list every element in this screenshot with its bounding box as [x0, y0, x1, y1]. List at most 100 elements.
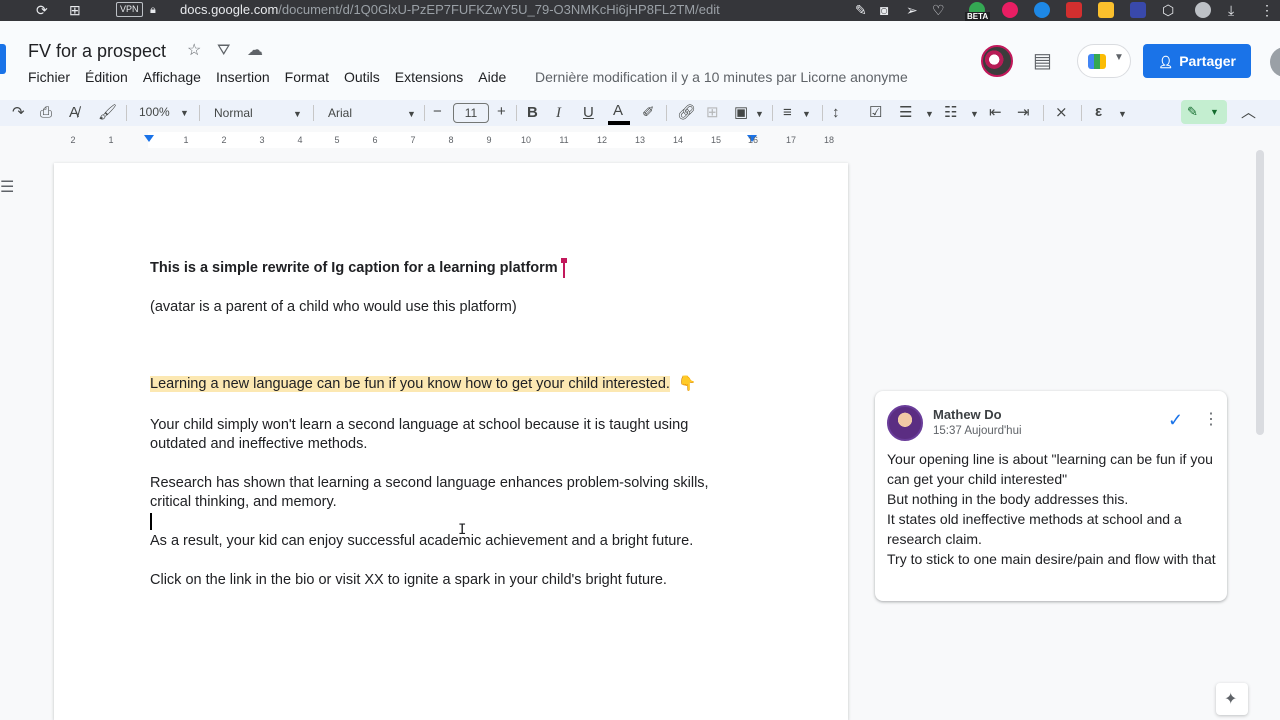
menu-extensions[interactable]: Extensions	[395, 68, 463, 86]
font-size-input[interactable]: 11	[453, 103, 489, 123]
chevron-down-icon: ▼	[1118, 109, 1127, 119]
collaborator-cursor	[561, 258, 567, 278]
numbered-list-icon[interactable]: ☷	[944, 102, 957, 124]
collapse-menus-icon[interactable]: ︿	[1241, 102, 1256, 124]
meet-button[interactable]: ▼	[1077, 44, 1131, 78]
chevron-down-icon: ▼	[1210, 107, 1219, 117]
cloud-status-icon[interactable]: ☁	[247, 41, 263, 61]
align-icon[interactable]: ≡	[783, 102, 792, 124]
paragraph-1-line-2[interactable]: outdated and ineffective methods.	[150, 435, 367, 454]
increase-font-size-icon[interactable]: +	[497, 101, 506, 123]
ruler-number: 15	[710, 135, 722, 145]
collaborator-avatar[interactable]	[981, 45, 1013, 77]
vpn-badge[interactable]: VPN	[116, 2, 143, 17]
extension-red-icon[interactable]	[1066, 2, 1082, 18]
share-button[interactable]: 👤︎ Partager	[1143, 44, 1251, 78]
extension-blue-icon[interactable]	[1130, 2, 1146, 18]
ruler-number: 1	[183, 135, 189, 145]
reload-icon[interactable]: ⟳	[36, 2, 48, 19]
zoom-select[interactable]: 100%	[139, 104, 170, 120]
bold-icon[interactable]: B	[527, 102, 538, 124]
comment-history-icon[interactable]: ▤	[1033, 50, 1052, 72]
menu-aide[interactable]: Aide	[478, 68, 506, 86]
resolve-check-icon[interactable]: ✓	[1168, 410, 1183, 430]
clear-formatting-icon[interactable]: ⨯	[1055, 102, 1068, 124]
more-options-icon[interactable]: ⋮	[1203, 410, 1219, 430]
line-spacing-icon[interactable]: ↕	[832, 102, 840, 124]
paragraph-2-line-2[interactable]: critical thinking, and memory.	[150, 493, 337, 512]
toolbar-divider	[424, 105, 425, 121]
font-select[interactable]: Arial	[328, 105, 352, 121]
comment-card[interactable]: Mathew Do 15:37 Aujourd'hui ✓ ⋮ Your ope…	[875, 391, 1227, 601]
decrease-indent-icon[interactable]: ⇤	[989, 102, 1002, 124]
spellcheck-icon[interactable]: A̸	[69, 102, 79, 124]
redo-icon[interactable]: ↷	[12, 102, 25, 124]
hook-line[interactable]: Learning a new language can be fun if yo…	[150, 375, 696, 394]
address-bar[interactable]: docs.google.com/document/d/1Q0GlxU-PzEP7…	[180, 2, 720, 18]
style-select[interactable]: Normal	[214, 105, 253, 121]
heart-icon[interactable]: ♡	[932, 2, 945, 19]
menu-affichage[interactable]: Affichage	[143, 68, 201, 86]
explore-sparkle-icon: ✦	[1224, 691, 1238, 708]
toolbar-divider	[199, 105, 200, 121]
menu-outils[interactable]: Outils	[344, 68, 380, 86]
paragraph-3[interactable]: As a result, your kid can enjoy successf…	[150, 532, 693, 551]
profile-icon[interactable]	[1195, 2, 1211, 18]
paragraph-2-line-1[interactable]: Research has shown that learning a secon…	[150, 474, 709, 493]
camera-icon[interactable]: ◙	[880, 2, 888, 19]
bulleted-list-icon[interactable]: ☰	[899, 102, 912, 124]
explore-button[interactable]: ✦	[1216, 683, 1248, 715]
menu-edition[interactable]: Édition	[85, 68, 128, 86]
chevron-down-icon: ▼	[802, 109, 811, 119]
url-host: docs.google.com	[180, 2, 279, 17]
send-icon[interactable]: ➢	[906, 2, 918, 19]
apps-icon[interactable]: ⊞	[69, 2, 81, 19]
browser-menu-icon[interactable]: ⋮	[1260, 2, 1274, 19]
menu-insertion[interactable]: Insertion	[216, 68, 270, 86]
lock-icon[interactable]: 🔒︎	[150, 2, 156, 19]
avatar-note[interactable]: (avatar is a parent of a child who would…	[150, 298, 517, 317]
extension-play-icon[interactable]	[1034, 2, 1050, 18]
editing-mode-button[interactable]: ✎ ▼	[1181, 100, 1227, 124]
document-title[interactable]: FV for a prospect	[28, 40, 166, 62]
document-outline-icon[interactable]: ☰	[0, 177, 14, 197]
add-comment-icon[interactable]: ⊞	[706, 102, 719, 124]
extensions-puzzle-icon[interactable]: ⬡	[1162, 2, 1174, 19]
paragraph-4[interactable]: Click on the link in the bio or visit XX…	[150, 571, 667, 590]
paint-format-icon[interactable]: 🖌︎	[98, 102, 117, 124]
document-heading[interactable]: This is a simple rewrite of Ig caption f…	[150, 259, 558, 278]
left-indent-marker[interactable]	[144, 135, 154, 142]
highlight-color-icon[interactable]: ✐	[642, 102, 655, 124]
last-edit-status[interactable]: Dernière modification il y a 10 minutes …	[535, 68, 908, 86]
pencil-icon[interactable]: ✎	[855, 2, 867, 19]
extension-warning-icon[interactable]	[1098, 2, 1114, 18]
ruler-number: 2	[70, 135, 76, 145]
text-color-icon[interactable]: A	[613, 100, 623, 122]
person-lock-icon: 👤︎	[1157, 55, 1174, 69]
toolbar-divider	[666, 105, 667, 121]
increase-indent-icon[interactable]: ⇥	[1017, 102, 1030, 124]
equation-icon[interactable]: ε	[1095, 101, 1102, 123]
star-icon[interactable]: ☆	[187, 41, 201, 61]
ruler-number: 11	[559, 135, 569, 145]
ruler-number: 9	[486, 135, 492, 145]
move-to-drive-icon[interactable]: ⛛	[217, 41, 230, 61]
ruler-number: 16	[747, 135, 759, 145]
menu-fichier[interactable]: Fichier	[28, 68, 70, 86]
ruler-number: 18	[823, 135, 835, 145]
extension-t-icon[interactable]	[1002, 2, 1018, 18]
ruler-number: 1	[108, 135, 114, 145]
vertical-scrollbar[interactable]	[1256, 150, 1264, 435]
print-icon[interactable]: ⎙	[40, 102, 52, 124]
paragraph-1-line-1[interactable]: Your child simply won't learn a second l…	[150, 416, 688, 435]
checklist-icon[interactable]: ☑	[869, 102, 882, 124]
decrease-font-size-icon[interactable]: −	[433, 101, 442, 123]
comment-body: Your opening line is about "learning can…	[887, 449, 1217, 569]
italic-icon[interactable]: I	[556, 102, 561, 124]
menu-format[interactable]: Format	[285, 68, 329, 86]
underline-icon[interactable]: U	[583, 102, 594, 124]
docs-logo-icon[interactable]	[0, 44, 6, 74]
download-icon[interactable]: ⤓	[1228, 2, 1234, 19]
insert-link-icon[interactable]: 🔗︎	[677, 102, 696, 124]
insert-image-icon[interactable]: ▣	[734, 102, 748, 124]
